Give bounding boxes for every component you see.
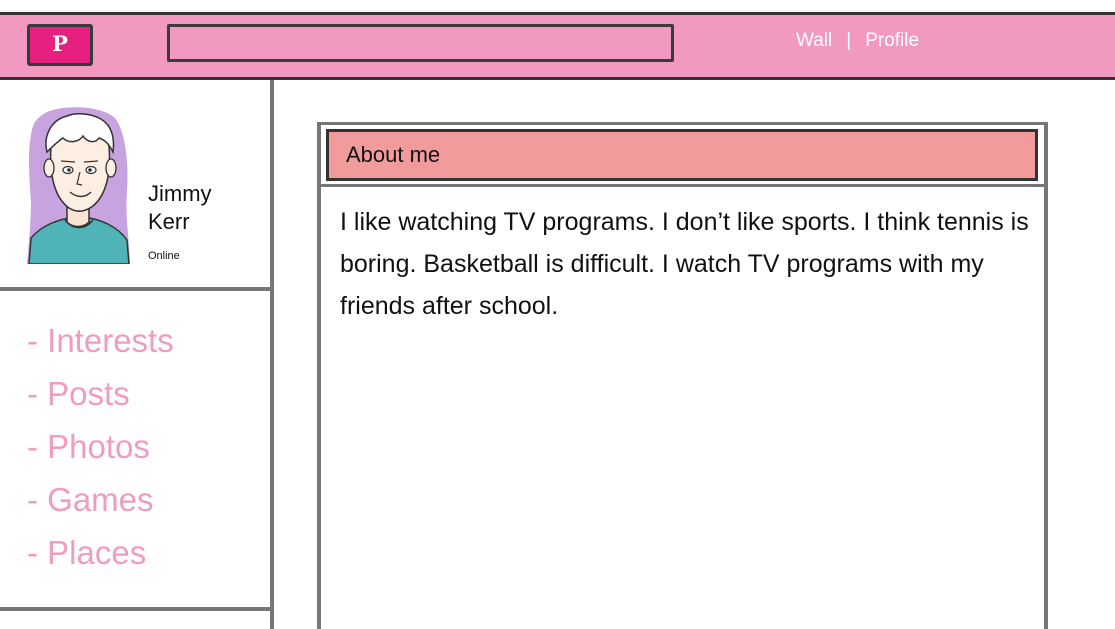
about-text: I like watching TV programs. I don’t lik… bbox=[340, 208, 1029, 320]
sidebar-item-interests[interactable]: - Interests bbox=[27, 314, 174, 367]
profile-name: Jimmy Kerr bbox=[148, 180, 212, 236]
left-pupil-shape bbox=[67, 168, 71, 172]
sidebar-menu: - Interests - Posts - Photos - Games - P… bbox=[27, 314, 174, 579]
left-ear-shape bbox=[43, 158, 55, 178]
sidebar-divider bbox=[270, 80, 274, 629]
logo-button[interactable]: P bbox=[27, 24, 93, 66]
nav-profile-link[interactable]: Profile bbox=[865, 30, 919, 51]
sidebar-item-photos[interactable]: - Photos bbox=[27, 420, 174, 473]
nav-separator: | bbox=[846, 30, 852, 51]
right-pupil-shape bbox=[88, 168, 92, 172]
status-text: Online bbox=[148, 250, 180, 262]
sidebar-item-places[interactable]: - Places bbox=[27, 526, 174, 579]
top-nav: Wall | Profile bbox=[796, 30, 919, 52]
sidebar-item-games[interactable]: - Games bbox=[27, 473, 174, 526]
nav-wall-link[interactable]: Wall bbox=[796, 30, 832, 51]
sidebar-separator-top bbox=[0, 287, 273, 291]
right-ear-shape bbox=[105, 158, 117, 178]
profile-page: P Wall | Profile Jimmy Kerr Online - Int… bbox=[0, 0, 1115, 629]
panel-title: About me bbox=[326, 129, 1038, 181]
search-input[interactable] bbox=[167, 24, 674, 62]
sidebar-separator-bottom bbox=[0, 607, 273, 611]
profile-card: Jimmy Kerr Online bbox=[0, 80, 270, 288]
avatar[interactable] bbox=[25, 106, 132, 264]
panel-header-area: About me bbox=[321, 125, 1044, 187]
first-name: Jimmy bbox=[148, 181, 212, 206]
sidebar-item-posts[interactable]: - Posts bbox=[27, 367, 174, 420]
last-name: Kerr bbox=[148, 209, 190, 234]
top-bar: P Wall | Profile bbox=[0, 12, 1115, 80]
about-me-panel: About me I like watching TV programs. I … bbox=[317, 122, 1048, 629]
